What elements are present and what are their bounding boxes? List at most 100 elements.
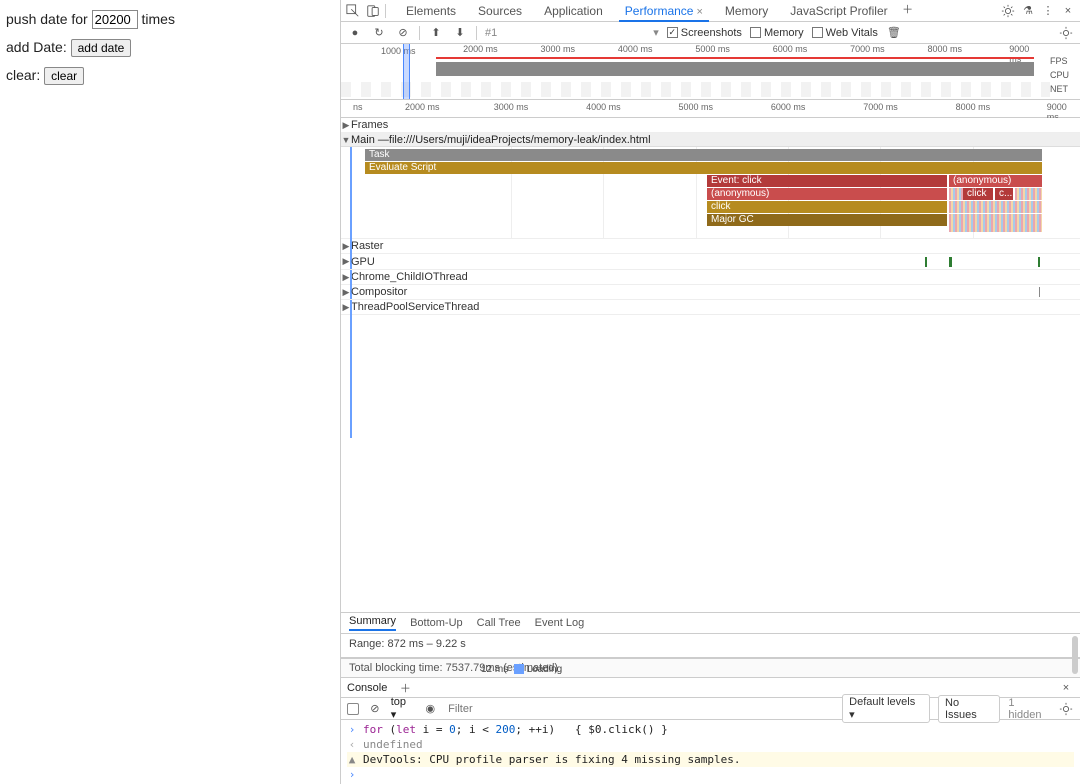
ruler-tick: 8000 ms [956, 102, 991, 112]
console-tab[interactable]: Console [347, 682, 387, 694]
gear-icon[interactable] [1000, 3, 1016, 19]
track-raster[interactable]: ▶Raster [341, 239, 1080, 254]
devtools-tabs: Elements Sources Application Performance… [396, 1, 916, 21]
eye-icon[interactable]: ◉ [422, 701, 438, 717]
more-icon[interactable]: ⋮ [1040, 3, 1056, 19]
flame-stripes [949, 214, 1042, 232]
detail-ruler[interactable]: ns 2000 ms 3000 ms 4000 ms 5000 ms 6000 … [341, 100, 1080, 118]
warning-icon: ▲ [347, 753, 357, 766]
flame-major-gc[interactable]: Major GC [707, 214, 947, 226]
detail-tabs: Summary Bottom-Up Call Tree Event Log [341, 612, 1080, 634]
execution-context-selector[interactable]: top ▾ [391, 696, 415, 721]
tab-summary[interactable]: Summary [349, 615, 396, 631]
chevron-down-icon[interactable]: ▾ [653, 26, 659, 39]
add-date-button[interactable]: add date [71, 39, 132, 57]
tab-elements[interactable]: Elements [396, 1, 466, 21]
capture-settings-icon[interactable] [1058, 25, 1074, 41]
tab-event-log[interactable]: Event Log [535, 617, 585, 629]
log-levels-selector[interactable]: Default levels ▾ [842, 694, 930, 723]
ruler-tick: 7000 ms [850, 44, 885, 54]
flame-evaluate-script[interactable]: Evaluate Script [365, 162, 1042, 174]
flame-click[interactable]: click [707, 201, 947, 213]
reload-icon[interactable]: ↻ [371, 25, 387, 41]
track-threadpool[interactable]: ▶ThreadPoolServiceThread [341, 300, 1080, 315]
push-suffix: times [142, 11, 175, 27]
console-result-line: ‹undefined [347, 737, 1074, 752]
drawer-close-icon[interactable]: × [1058, 680, 1074, 696]
devtools-close-icon[interactable]: × [1060, 3, 1076, 19]
recording-selector[interactable]: #1 [485, 27, 497, 39]
experiments-icon[interactable]: ⚗ [1020, 3, 1036, 19]
main-thread-area[interactable]: Task Evaluate Script Event: click (anony… [341, 147, 1080, 239]
save-profile-icon[interactable]: ⬇ [452, 25, 468, 41]
flame-anonymous[interactable]: (anonymous) [707, 188, 947, 200]
garbage-collect-icon[interactable]: 🗑 [886, 25, 902, 41]
console-filter-input[interactable] [446, 702, 826, 716]
tab-performance[interactable]: Performance× [615, 1, 713, 21]
track-gpu[interactable]: ▶GPU [341, 254, 1080, 270]
loading-label: Loading [527, 664, 563, 675]
overview-side-labels: FPS CPU NET [1050, 44, 1080, 96]
track-threadpool-label: ThreadPoolServiceThread [351, 301, 479, 313]
track-compositor-label: Compositor [351, 286, 407, 298]
devtools-top-bar: Elements Sources Application Performance… [341, 0, 1080, 22]
cpu-overview-band [436, 62, 1034, 76]
add-drawer-tab-icon[interactable]: ＋ [397, 680, 413, 696]
issues-button[interactable]: No Issues [938, 695, 1000, 723]
clear-button[interactable]: clear [44, 67, 84, 85]
ruler-tick: 6000 ms [773, 44, 808, 54]
tab-bottom-up[interactable]: Bottom-Up [410, 617, 463, 629]
flame-click-short[interactable]: c... [995, 188, 1013, 200]
ruler-tick: 5000 ms [678, 102, 713, 112]
clear-row: clear: clear [6, 67, 334, 85]
screenshots-checkbox[interactable]: ✓Screenshots [667, 27, 742, 39]
record-icon[interactable]: ● [347, 25, 363, 41]
ruler-tick: 2000 ms [405, 102, 440, 112]
hidden-count: 1 hidden [1008, 697, 1050, 721]
webvitals-checkbox[interactable]: Web Vitals [812, 27, 878, 39]
clear-icon[interactable]: ⊘ [395, 25, 411, 41]
clear-label: clear: [6, 67, 40, 83]
performance-toolbar: ● ↻ ⊘ ⬆ ⬇ #1 ▾ ✓Screenshots Memory Web V… [341, 22, 1080, 44]
tab-sources[interactable]: Sources [468, 1, 532, 21]
memory-label: Memory [764, 27, 804, 39]
net-overview-band [341, 82, 1050, 97]
tab-memory[interactable]: Memory [715, 1, 778, 21]
add-tab-icon[interactable]: ＋ [900, 1, 916, 17]
flame-event-click[interactable]: Event: click [707, 175, 947, 187]
flame-click[interactable]: click [963, 188, 993, 200]
tab-application[interactable]: Application [534, 1, 613, 21]
overview-selection[interactable] [403, 44, 410, 99]
track-childio[interactable]: ▶Chrome_ChildIOThread [341, 270, 1080, 285]
track-compositor[interactable]: ▶Compositor [341, 285, 1080, 300]
console-prompt[interactable]: › [347, 767, 1074, 782]
sidebar-toggle-icon[interactable] [347, 703, 359, 715]
gpu-sample [925, 257, 927, 267]
tab-call-tree[interactable]: Call Tree [477, 617, 521, 629]
push-count-input[interactable] [92, 10, 138, 29]
ruler-tick: 8000 ms [928, 44, 963, 54]
separator [419, 26, 420, 40]
memory-checkbox[interactable]: Memory [750, 27, 804, 39]
load-profile-icon[interactable]: ⬆ [428, 25, 444, 41]
ruler-tick: 9000 ms [1009, 44, 1035, 64]
separator [476, 26, 477, 40]
track-main-path: file:///Users/muji/ideaProjects/memory-l… [389, 134, 651, 146]
track-main-header[interactable]: ▼Main — file:///Users/muji/ideaProjects/… [341, 133, 1080, 147]
overview-timeline[interactable]: 1000 ms 2000 ms 3000 ms 4000 ms 5000 ms … [341, 44, 1080, 100]
track-frames[interactable]: ▶Frames [341, 118, 1080, 133]
flame-stripes [949, 201, 1042, 213]
console-settings-icon[interactable] [1058, 701, 1074, 717]
tab-js-profiler[interactable]: JavaScript Profiler [780, 1, 897, 21]
flame-chart[interactable]: ▶Frames ▼Main — file:///Users/muji/ideaP… [341, 118, 1080, 612]
close-icon[interactable]: × [696, 6, 702, 18]
flame-task[interactable]: Task [365, 149, 1042, 161]
scrollbar-thumb[interactable] [1072, 636, 1078, 674]
track-gpu-label: GPU [351, 256, 375, 268]
console-code: for (let i = 0; i < 200; ++i) { $0.click… [363, 723, 668, 736]
inspect-icon[interactable] [345, 3, 361, 19]
push-prefix: push date for [6, 11, 88, 27]
flame-anonymous[interactable]: (anonymous) [949, 175, 1042, 187]
clear-console-icon[interactable]: ⊘ [367, 701, 383, 717]
device-toolbar-icon[interactable] [365, 3, 381, 19]
